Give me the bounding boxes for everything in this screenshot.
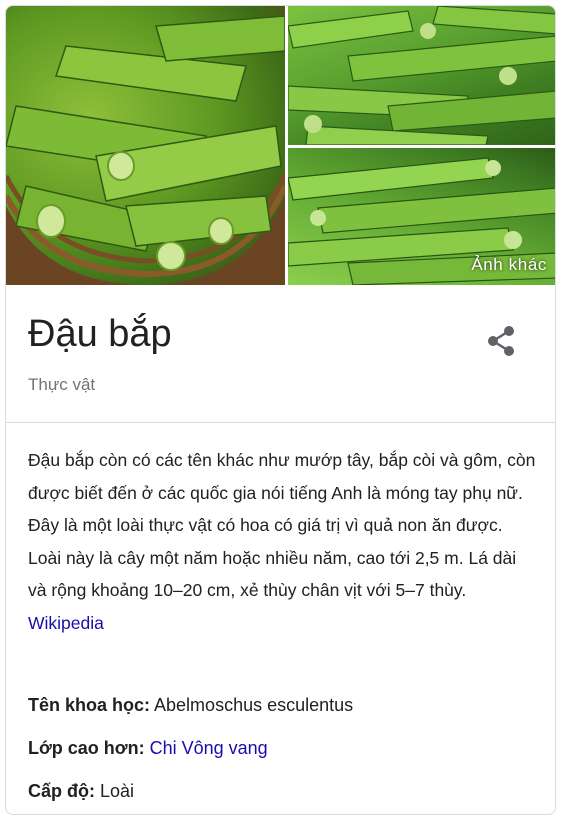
panel-header: Đậu bắp Thực vật xyxy=(6,285,555,423)
entity-type: Thực vật xyxy=(28,375,96,394)
image-gallery[interactable]: Ảnh khác xyxy=(6,6,555,285)
facts-list: Tên khoa học: Abelmoschus esculentus Lớp… xyxy=(28,690,538,814)
knowledge-panel: Ảnh khác Đậu bắp Thực vật Đậu bắp còn có… xyxy=(5,5,556,815)
fact-label: Tên khoa học: xyxy=(28,695,151,715)
fact-label: Cấp độ: xyxy=(28,781,95,801)
share-icon xyxy=(488,326,514,356)
fact-higher-class: Lớp cao hơn: Chi Vông vang xyxy=(28,733,538,776)
fact-value: Abelmoschus esculentus xyxy=(154,695,354,715)
fact-label: Lớp cao hơn: xyxy=(28,738,145,758)
description-text: Đậu bắp còn có các tên khác như mướp tây… xyxy=(28,450,536,600)
share-button[interactable] xyxy=(482,321,522,361)
okra-pile-image[interactable] xyxy=(288,6,555,145)
more-photos-label[interactable]: Ảnh khác xyxy=(471,255,547,275)
fact-scientific-name: Tên khoa học: Abelmoschus esculentus xyxy=(28,690,538,733)
higher-class-link[interactable]: Chi Vông vang xyxy=(150,738,268,758)
okra-pods-image[interactable]: Ảnh khác xyxy=(288,148,555,285)
page-title: Đậu bắp xyxy=(28,313,172,355)
fact-value: Loài xyxy=(100,781,135,801)
description: Đậu bắp còn có các tên khác như mướp tây… xyxy=(28,444,538,639)
okra-basket-image[interactable] xyxy=(6,6,285,285)
fact-rank: Cấp độ: Loài xyxy=(28,776,538,814)
wikipedia-link[interactable]: Wikipedia xyxy=(28,613,104,633)
